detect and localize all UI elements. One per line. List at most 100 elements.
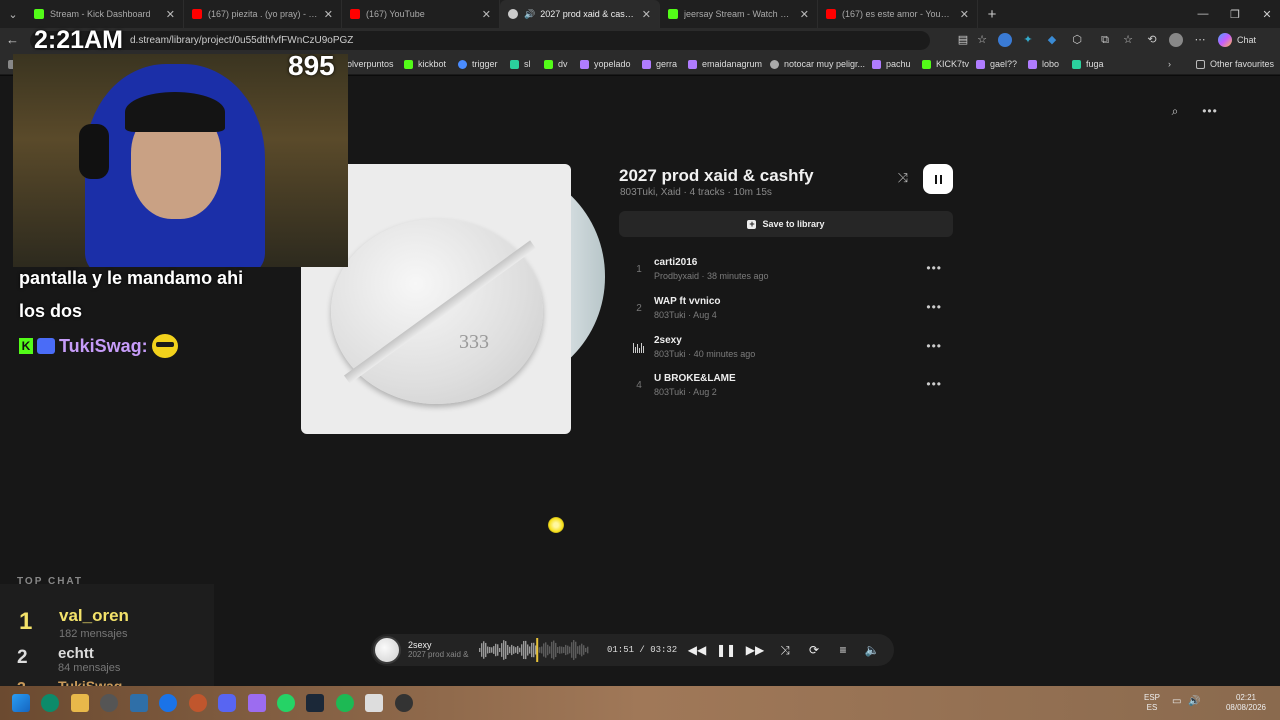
discord-icon[interactable]: [218, 694, 236, 712]
track-more-icon[interactable]: •••: [926, 300, 942, 314]
tab-kick-dashboard[interactable]: Stream - Kick Dashboard ✕: [26, 0, 184, 28]
close-icon[interactable]: ✕: [166, 8, 175, 21]
stream-clock: 2:21AM: [34, 26, 123, 54]
bookmark-item[interactable]: sl: [510, 57, 531, 71]
edge-icon[interactable]: [41, 694, 59, 712]
volume-icon[interactable]: 🔈: [862, 641, 882, 659]
app-icon[interactable]: [248, 694, 266, 712]
more-menu-icon[interactable]: ⋯: [1193, 33, 1207, 47]
bookmark-item[interactable]: trigger: [458, 57, 498, 71]
playhead[interactable]: [536, 638, 539, 662]
repeat-icon[interactable]: ⟳: [804, 641, 824, 659]
extensions-icon[interactable]: ⬡: [1070, 33, 1084, 47]
language-indicator[interactable]: ESP ES: [1144, 693, 1160, 713]
bookmark-label: yopelado: [594, 59, 631, 69]
bookmark-item[interactable]: kickbot: [404, 57, 446, 71]
bookmark-item[interactable]: gerra: [642, 57, 677, 71]
copilot-chat-button[interactable]: Chat: [1218, 32, 1256, 48]
shuffle-icon[interactable]: ⤨: [894, 170, 912, 186]
bookmarks-overflow-icon[interactable]: ›: [1168, 57, 1171, 71]
speaker-icon[interactable]: 🔊: [524, 9, 535, 20]
other-favourites[interactable]: Other favourites: [1196, 57, 1274, 71]
new-tab-icon[interactable]: +: [978, 6, 1006, 23]
tab-youtube[interactable]: (167) YouTube ✕: [342, 0, 500, 28]
favorites-icon[interactable]: ☆: [1121, 33, 1135, 47]
minimize-icon[interactable]: —: [1186, 0, 1220, 28]
bookmark-item[interactable]: pachu: [872, 57, 911, 71]
close-icon[interactable]: ✕: [482, 8, 491, 21]
track-row[interactable]: 1 carti2016 Prodbyxaid · 38 minutes ago …: [630, 253, 952, 287]
pause-button[interactable]: [923, 164, 953, 194]
back-icon[interactable]: ←: [6, 32, 19, 47]
playlist-title: 2027 prod xaid & cashfy: [619, 166, 814, 185]
bookmark-item[interactable]: KICK7tv: [922, 57, 969, 71]
queue-icon[interactable]: ≡: [833, 641, 853, 659]
shuffle-icon[interactable]: ⤨: [775, 641, 795, 659]
tray-clock[interactable]: 02:21 08/08/2026: [1226, 693, 1266, 713]
bookmark-item[interactable]: notocar muy peligr...: [770, 57, 865, 71]
profile-avatar[interactable]: [1169, 33, 1183, 47]
extension-icon[interactable]: ◆: [1045, 33, 1059, 47]
reader-icon[interactable]: ▤: [956, 33, 970, 47]
close-icon[interactable]: ✕: [642, 8, 651, 21]
tab-youtube-es-este-amor[interactable]: (167) es este amor - YouTube ✕: [818, 0, 978, 28]
split-screen-icon[interactable]: ⧉: [1098, 33, 1112, 47]
youtube-icon: [192, 9, 202, 19]
track-row[interactable]: 2 WAP ft vvnico 803Tuki · Aug 4 •••: [630, 292, 952, 326]
track-row[interactable]: 4 U BROKE&LAME 803Tuki · Aug 2 •••: [630, 369, 952, 403]
extension-icon[interactable]: [998, 33, 1012, 47]
bookmark-item[interactable]: gael??: [976, 57, 1017, 71]
app-icon[interactable]: [365, 694, 383, 712]
save-to-library-button[interactable]: + Save to library: [619, 211, 953, 237]
windows-start-icon[interactable]: [12, 694, 30, 712]
app-icon[interactable]: [130, 694, 148, 712]
forward-icon[interactable]: ▶▶: [745, 641, 765, 659]
bookmark-icon: [872, 59, 881, 69]
pause-icon[interactable]: ❚❚: [716, 641, 736, 659]
track-row-playing[interactable]: 2sexy 803Tuki · 40 minutes ago •••: [630, 331, 952, 365]
waveform-bar: [525, 640, 527, 660]
viewer-count: 895: [288, 50, 335, 81]
network-icon[interactable]: ▭: [1172, 696, 1181, 707]
bookmark-item[interactable]: lobo: [1028, 57, 1059, 71]
history-icon[interactable]: ⟲: [1145, 33, 1159, 47]
tab-playlist[interactable]: 🔊 2027 prod xaid & cashfy ✕: [500, 0, 660, 28]
spotify-icon[interactable]: [336, 694, 354, 712]
bookmark-item[interactable]: fuga: [1072, 57, 1104, 71]
waveform-bar: [567, 645, 569, 655]
app-icon[interactable]: [189, 694, 207, 712]
volume-icon[interactable]: 🔊: [1188, 696, 1200, 707]
whatsapp-icon[interactable]: [277, 694, 295, 712]
search-icon[interactable]: ⌕: [1166, 104, 1184, 120]
bookmark-item[interactable]: olverpuntos: [347, 57, 394, 71]
waveform-bar: [531, 642, 533, 658]
bookmark-item[interactable]: dv: [544, 57, 568, 71]
waveform-scrubber[interactable]: [479, 638, 589, 662]
tab-kick-jeersay[interactable]: jeersay Stream - Watch Live on Kick ✕: [660, 0, 818, 28]
rewind-icon[interactable]: ◀◀: [687, 641, 707, 659]
track-more-icon[interactable]: •••: [926, 377, 942, 391]
obs-icon[interactable]: [395, 694, 413, 712]
settings-icon[interactable]: [100, 694, 118, 712]
close-icon[interactable]: ✕: [800, 8, 809, 21]
favorite-star-icon[interactable]: ☆: [975, 33, 989, 47]
more-options-icon[interactable]: •••: [1200, 104, 1220, 120]
file-explorer-icon[interactable]: [71, 694, 89, 712]
extension-icon[interactable]: ✦: [1021, 33, 1035, 47]
waveform-bar: [553, 640, 555, 660]
track-more-icon[interactable]: •••: [926, 261, 942, 275]
track-more-icon[interactable]: •••: [926, 339, 942, 353]
close-icon[interactable]: ✕: [324, 8, 333, 21]
steam-icon[interactable]: [306, 694, 324, 712]
restore-icon[interactable]: ❐: [1218, 0, 1252, 28]
app-icon[interactable]: [159, 694, 177, 712]
top-chat-title: TOP CHAT: [17, 576, 84, 587]
close-window-icon[interactable]: ✕: [1250, 0, 1280, 28]
bookmark-item[interactable]: emaidanagrum: [688, 57, 762, 71]
tab-youtube-piezita[interactable]: (167) piezita . (yo pray) - YouTube ✕: [184, 0, 342, 28]
close-icon[interactable]: ✕: [960, 8, 969, 21]
url-field[interactable]: d.stream/library/project/0u55dthfvfFWnCz…: [30, 31, 930, 50]
tab-list-menu-icon[interactable]: ⌄: [0, 0, 26, 28]
bookmark-item[interactable]: yopelado: [580, 57, 631, 71]
waveform-bar: [481, 643, 483, 657]
